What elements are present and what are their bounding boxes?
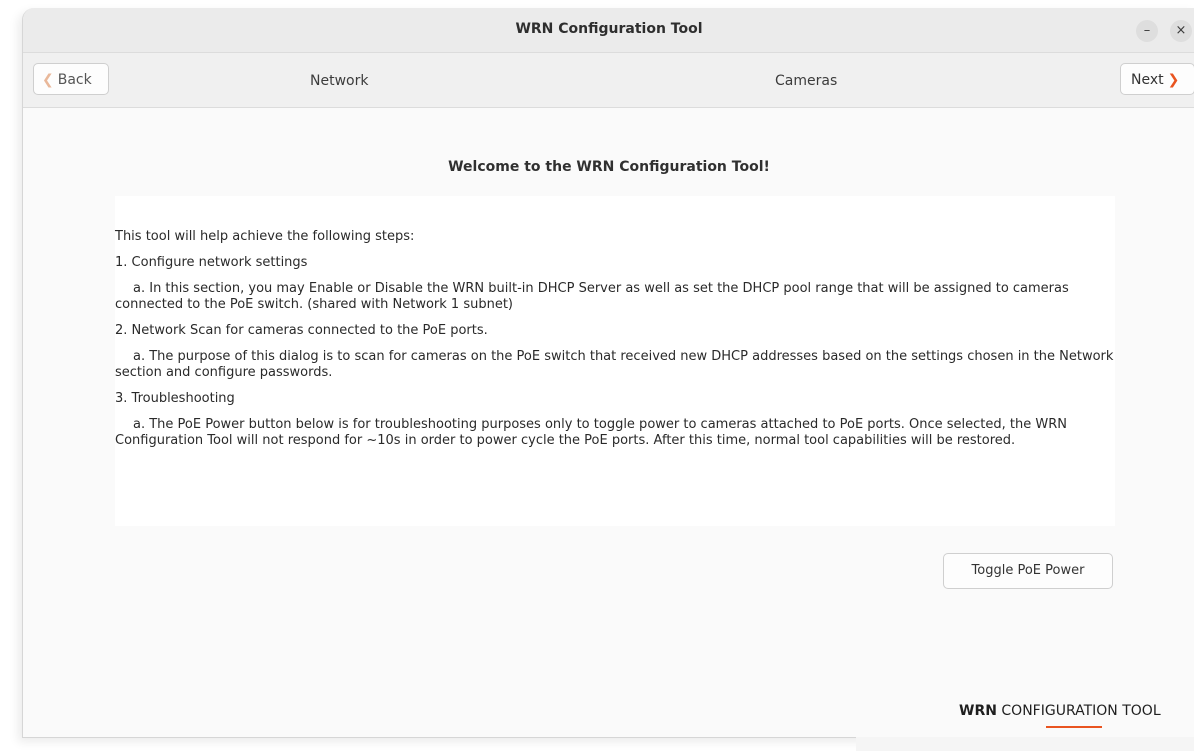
navigation-bar: ❮ Back Network Cameras Next ❯: [23, 53, 1194, 108]
welcome-heading: Welcome to the WRN Configuration Tool!: [448, 159, 770, 175]
back-button[interactable]: ❮ Back: [33, 63, 109, 95]
tab-cameras[interactable]: Cameras: [775, 73, 837, 89]
tab-network[interactable]: Network: [310, 73, 368, 89]
step-3-detail: a. The PoE Power button below is for tro…: [115, 417, 1067, 448]
chevron-right-icon: ❯: [1167, 72, 1180, 88]
steps-panel: This tool will help achieve the followin…: [115, 196, 1115, 526]
window-title: WRN Configuration Tool: [515, 21, 703, 37]
step-2-detail: a. The purpose of this dialog is to scan…: [115, 349, 1114, 380]
desktop: WRN Configuration Tool – × ❮ Back Network…: [0, 0, 1194, 751]
brand-rest: CONFIGURATION TOOL: [996, 703, 1161, 719]
toggle-poe-power-button[interactable]: Toggle PoE Power: [943, 553, 1113, 589]
next-label: Next: [1131, 72, 1164, 88]
intro-text: This tool will help achieve the followin…: [115, 229, 415, 244]
minimize-icon[interactable]: –: [1136, 20, 1158, 42]
step-1-detail: a. In this section, you may Enable or Di…: [115, 281, 1069, 312]
brand-bold: WRN: [959, 703, 997, 719]
titlebar: WRN Configuration Tool – ×: [23, 8, 1194, 53]
back-label: Back: [57, 72, 92, 88]
app-window: WRN Configuration Tool – × ❮ Back Network…: [22, 8, 1194, 738]
step-3-title: 3. Troubleshooting: [115, 391, 235, 406]
close-icon[interactable]: ×: [1170, 20, 1192, 42]
brand-underline: [1046, 726, 1102, 728]
next-button[interactable]: Next ❯: [1120, 63, 1194, 95]
step-1-title: 1. Configure network settings: [115, 255, 308, 270]
brand-logo: WRN CONFIGURATION TOOL: [959, 703, 1161, 719]
shadow-strip: [856, 737, 1194, 751]
step-2-title: 2. Network Scan for cameras connected to…: [115, 323, 488, 338]
chevron-left-icon: ❮: [42, 72, 54, 88]
